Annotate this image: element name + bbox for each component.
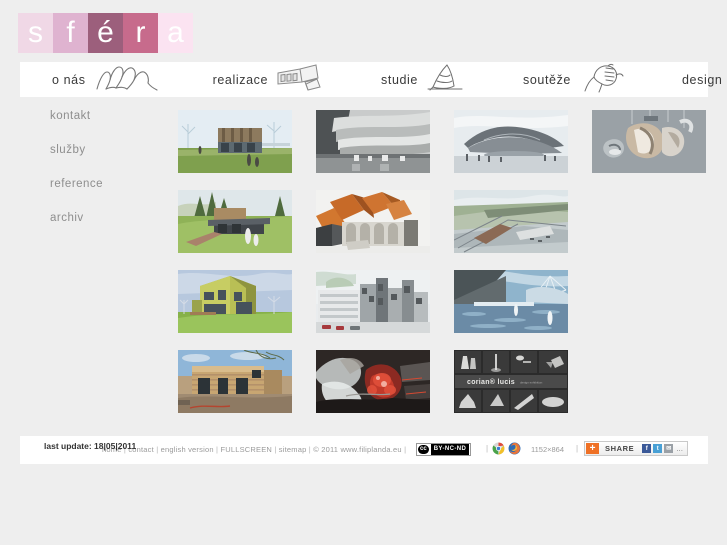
sidebar-item-sluzby[interactable]: služby <box>50 144 160 156</box>
thumb-pavilion-structure[interactable] <box>454 110 568 173</box>
thumb-parametric-interior[interactable] <box>316 110 430 173</box>
footer-separator-6: | <box>404 445 407 454</box>
chrome-icon[interactable] <box>492 442 505 460</box>
cone-sketch-icon <box>425 62 467 97</box>
svg-text:design exhibition: design exhibition <box>520 381 543 385</box>
footer-separator-7: | <box>486 444 489 453</box>
share-more-icon[interactable]: ... <box>675 444 683 453</box>
footer-separator-2: | <box>156 445 159 454</box>
thumb-placeholder-empty-3 <box>592 350 706 413</box>
screen-resolution-text: 1152×864 <box>531 445 565 454</box>
browser-support-icons <box>492 442 521 460</box>
nav-item-souteze[interactable]: soutěže <box>523 62 626 97</box>
thumb-corian-lucis-board[interactable]: corian® lucis design exhibition <box>454 350 568 413</box>
page-footer: last update: 18|05|2011 home | contact |… <box>20 436 708 464</box>
footer-separator-3: | <box>215 445 219 454</box>
email-icon[interactable]: ✉ <box>664 444 674 453</box>
secondary-sidebar: kontakt služby reference archiv <box>50 110 160 246</box>
logo-letter-s: s <box>18 13 53 53</box>
thumb-office-complex[interactable] <box>316 270 430 333</box>
sidebar-item-reference[interactable]: reference <box>50 178 160 190</box>
project-thumbnail-grid: corian® lucis design exhibition <box>178 110 706 413</box>
thumb-timber-house-photo[interactable] <box>178 350 292 413</box>
thumb-placeholder-empty-1 <box>592 190 706 253</box>
logo-letter-e: é <box>88 13 123 53</box>
fist-icon <box>578 61 626 98</box>
thumb-placeholder-empty-2 <box>592 270 706 333</box>
nav-label-design: design <box>681 72 723 87</box>
thumb-house-green-lawn[interactable] <box>178 110 292 173</box>
thumb-orange-roof-building[interactable] <box>316 190 430 253</box>
thumb-waterfront-canopy[interactable] <box>454 270 568 333</box>
footer-link-english-version[interactable]: english version <box>161 445 214 454</box>
footer-separator-4: | <box>274 445 277 454</box>
share-label: SHARE <box>605 444 635 453</box>
thumb-design-lamp-object[interactable] <box>592 110 706 173</box>
nav-label-realizace: realizace <box>212 72 269 87</box>
main-navigation: o nás realizace studie soutěže design <box>20 62 722 97</box>
last-update-text: last update: 18|05|2011 <box>44 441 137 451</box>
thumb-villa-hillside[interactable] <box>178 190 292 253</box>
footer-link-sitemap[interactable]: sitemap <box>279 445 307 454</box>
logo-letter-r: r <box>123 13 158 53</box>
footer-link-fullscreen[interactable]: FULLSCREEN <box>220 445 272 454</box>
nav-item-o-nas[interactable]: o nás <box>52 62 161 97</box>
cc-license-text: BY-NC-ND <box>430 444 470 455</box>
creative-commons-badge[interactable]: cc BY-NC-ND <box>416 443 472 456</box>
cc-logo-icon: cc <box>418 445 429 454</box>
page-root: s f é r a o nás realizace studie soutěže… <box>0 0 727 545</box>
nav-label-o-nas: o nás <box>52 72 86 87</box>
thumb-red-abstract-render[interactable] <box>316 350 430 413</box>
people-icon <box>93 62 161 97</box>
building-icon <box>275 62 323 97</box>
thumb-site-plan-aerial[interactable] <box>454 190 568 253</box>
corian-lucis-caption: corian® lucis <box>467 378 515 386</box>
nav-item-design[interactable]: design <box>682 62 727 97</box>
footer-copyright: © 2011 www.filiplanda.eu <box>313 445 402 454</box>
footer-separator-8: | <box>576 444 579 453</box>
thumb-yellow-gable-house[interactable] <box>178 270 292 333</box>
twitter-icon[interactable]: t <box>653 444 663 453</box>
site-logo[interactable]: s f é r a <box>18 13 193 53</box>
nav-item-realizace[interactable]: realizace <box>213 62 323 97</box>
nav-item-studie[interactable]: studie <box>381 62 467 97</box>
share-service-icons: f t ✉ ... <box>642 442 687 455</box>
share-plus-icon[interactable]: + <box>586 443 599 454</box>
nav-label-souteze: soutěže <box>523 72 571 87</box>
facebook-icon[interactable]: f <box>642 444 652 453</box>
firefox-icon[interactable] <box>508 442 521 460</box>
footer-links: home | contact | english version | FULLS… <box>102 445 406 454</box>
nav-label-studie: studie <box>381 72 418 87</box>
sidebar-item-kontakt[interactable]: kontakt <box>50 110 160 122</box>
logo-letter-f: f <box>53 13 88 53</box>
sidebar-item-archiv[interactable]: archiv <box>50 212 160 224</box>
footer-separator-5: | <box>308 445 311 454</box>
logo-letter-a: a <box>158 13 193 53</box>
share-widget[interactable]: + SHARE f t ✉ ... <box>584 441 688 456</box>
